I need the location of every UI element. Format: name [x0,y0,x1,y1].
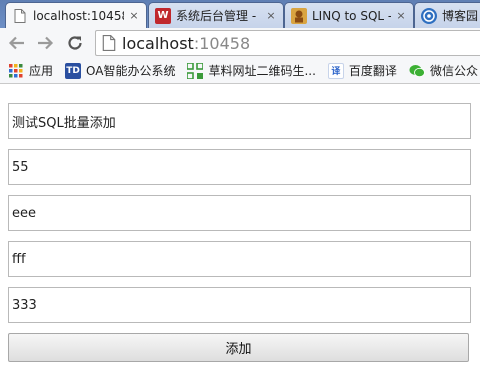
close-icon[interactable]: × [128,9,140,22]
page-icon [12,8,28,24]
close-icon[interactable]: × [395,9,407,22]
address-bar[interactable]: localhost:10458 [95,30,480,56]
bookmark-oa-system[interactable]: TD OA智能办公系统 [65,62,175,79]
bookmark-wechat[interactable]: 微信公众 [409,62,478,79]
page-icon [102,35,116,51]
bookmarks-bar: 应用 TD OA智能办公系统 草料网址二维码生... 译 百度翻译 微信公众 [0,58,480,84]
close-icon[interactable]: × [265,9,277,22]
bookmark-qr-generator[interactable]: 草料网址二维码生... [187,62,316,79]
text-input-2[interactable]: fff [8,241,471,277]
title-input[interactable]: 测试SQL批量添加 [8,103,471,139]
tab-title: 博客园 [442,9,479,23]
bookmark-baidu-translate[interactable]: 译 百度翻译 [327,62,397,79]
tab-title: LINQ to SQL - [312,8,391,23]
add-button[interactable]: 添加 [8,333,469,362]
forward-button[interactable] [34,32,56,54]
tab-system-admin[interactable]: W 系统后台管理 - × [148,2,284,28]
page-content: 测试SQL批量添加 55 eee fff 333 添加 [0,85,480,382]
tab-cnblogs[interactable]: 博客园 [414,2,480,28]
url-text: localhost:10458 [122,34,250,53]
value-input[interactable]: 333 [8,287,471,323]
qr-code-icon [187,62,204,79]
tab-title: 系统后台管理 - [176,9,257,23]
w-logo-icon: W [155,7,171,24]
back-button[interactable] [6,32,28,54]
tab-localhost[interactable]: localhost:10458 × [5,2,147,28]
linq-icon [291,7,307,24]
reload-icon [68,36,82,50]
wechat-icon [409,63,425,79]
bookmark-apps[interactable]: 应用 [8,62,53,79]
td-logo-icon: TD [65,62,82,79]
reload-button[interactable] [64,32,86,54]
baidu-translate-icon: 译 [327,62,344,79]
browser-toolbar: localhost:10458 [0,28,480,58]
cnblogs-icon [421,7,437,24]
tab-title: localhost:10458 [33,8,124,23]
bookmark-label: OA智能办公系统 [86,64,176,78]
bookmark-label: 应用 [29,64,54,78]
tab-linq-to-sql[interactable]: LINQ to SQL - × [284,2,414,28]
url-port: :10458 [193,33,251,53]
text-input-1[interactable]: eee [8,195,471,231]
bookmark-label: 百度翻译 [348,64,397,78]
tab-strip: localhost:10458 × W 系统后台管理 - × LINQ to S… [0,0,480,28]
url-host: localhost [122,33,194,53]
bookmark-label: 微信公众 [429,64,478,78]
apps-grid-icon [8,63,24,79]
arrow-right-icon [38,36,54,50]
number-input[interactable]: 55 [8,149,471,185]
arrow-left-icon [8,36,24,50]
bookmark-label: 草料网址二维码生... [208,64,316,78]
